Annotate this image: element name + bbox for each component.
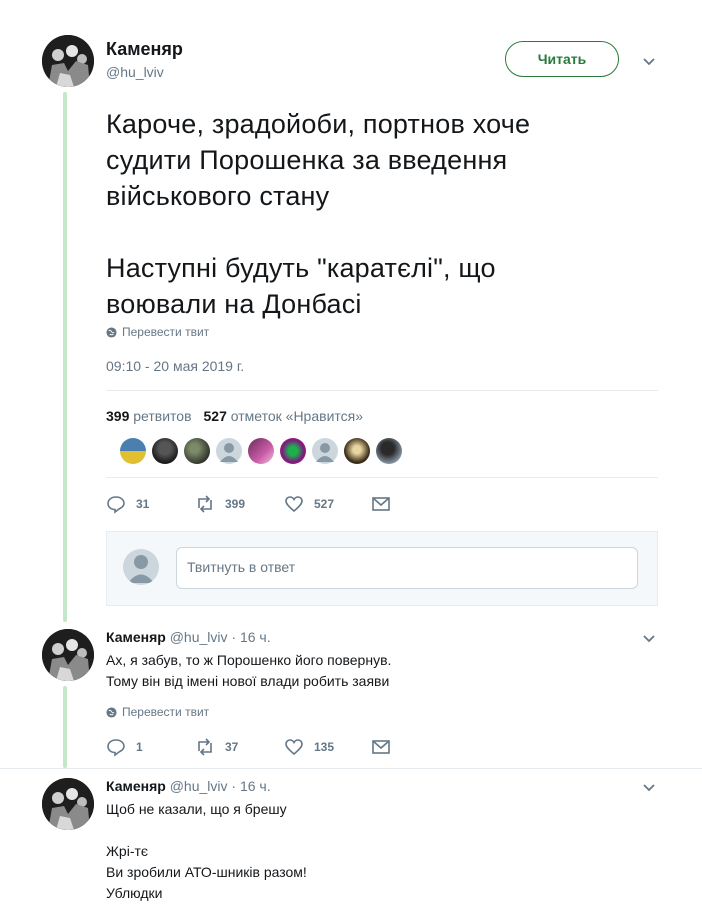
reply-text-line: Ах, я забув, то ж Порошенко його поверну… [106, 652, 392, 668]
chevron-down-icon[interactable] [641, 779, 657, 795]
divider [106, 477, 658, 478]
thread-connector [63, 92, 67, 622]
tweet-stats: 399 ретвитов 527 отметок «Нравится» [106, 408, 363, 424]
reply-icon [107, 739, 125, 757]
tweet-text-line: військового стану [106, 181, 330, 211]
reply-action[interactable]: 31 [106, 494, 149, 514]
reply-text-line: Щоб не казали, що я брешу [106, 801, 287, 817]
reply-action[interactable]: 1 [106, 737, 143, 757]
translate-link[interactable]: Перевести твит [106, 705, 209, 719]
liker-avatar[interactable] [312, 438, 338, 464]
liker-avatar[interactable] [216, 438, 242, 464]
reply-header: Каменяр @hu_lviv · 16 ч. [106, 778, 271, 794]
translate-label[interactable]: Перевести твит [122, 325, 209, 339]
dm-action[interactable] [371, 494, 391, 514]
like-count: 527 [203, 408, 227, 424]
tweet-text-line: Наступні будуть "каратєлі", що [106, 253, 496, 283]
retweet-action[interactable]: 399 [195, 494, 245, 514]
tweet-timestamp[interactable]: 09:10 - 20 мая 2019 г. [106, 358, 244, 374]
liker-avatar[interactable] [120, 438, 146, 464]
author-name[interactable]: Каменяр [106, 778, 166, 794]
retweet-icon [198, 738, 212, 756]
tweet-text-line: судити Порошенка за введення [106, 145, 508, 175]
divider [106, 390, 658, 391]
retweet-count: 37 [225, 740, 239, 754]
reply-text-line: Ублюдки [106, 885, 163, 901]
chevron-down-icon[interactable] [641, 630, 657, 646]
reply-count: 1 [136, 740, 143, 754]
thread-connector [63, 686, 67, 768]
translate-label[interactable]: Перевести твит [122, 705, 209, 719]
tweet-text-line: Кароче, зрадойоби, портнов хоче [106, 109, 531, 139]
author-handle[interactable]: @hu_lviv [170, 629, 228, 645]
author-name[interactable]: Каменяр [106, 629, 166, 645]
author-avatar[interactable] [42, 778, 94, 830]
reply-text-line: Тому він від імені нової влади робить за… [106, 673, 390, 689]
reply-icon [107, 496, 125, 514]
reply-time[interactable]: · 16 ч. [231, 778, 270, 794]
like-action[interactable]: 527 [284, 494, 334, 514]
reply-text-line: Ви зробили АТО-шників разом! [106, 864, 307, 880]
reply-time[interactable]: · 16 ч. [231, 629, 270, 645]
retweet-stat[interactable]: 399 ретвитов [106, 408, 192, 424]
reply-count: 31 [136, 497, 150, 511]
reply-header: Каменяр @hu_lviv · 16 ч. [106, 629, 271, 645]
like-count: 135 [314, 740, 335, 754]
like-stat-label: отметок «Нравится» [230, 408, 364, 424]
reply-text-line: Жрі-тє [106, 843, 149, 859]
envelope-icon [372, 740, 390, 754]
liker-avatar[interactable] [248, 438, 274, 464]
author-handle[interactable]: @hu_lviv [170, 778, 228, 794]
author-avatar[interactable] [42, 35, 94, 87]
like-stat[interactable]: 527 отметок «Нравится» [204, 408, 364, 424]
retweet-count: 399 [106, 408, 130, 424]
reply-text: Щоб не казали, що я брешу Жрі-тє Ви зроб… [106, 799, 307, 904]
divider [0, 768, 702, 769]
retweet-count: 399 [225, 497, 246, 511]
liker-avatar[interactable] [376, 438, 402, 464]
chevron-down-icon[interactable] [641, 53, 657, 69]
liker-avatar[interactable] [152, 438, 178, 464]
like-action[interactable]: 135 [284, 737, 334, 757]
globe-icon [106, 326, 117, 338]
author-name[interactable]: Каменяр [106, 39, 183, 60]
follow-button[interactable]: Читать [505, 41, 619, 77]
globe-icon [106, 706, 117, 718]
retweet-action[interactable]: 37 [195, 737, 238, 757]
tweet-text: Кароче, зрадойоби, портнов хоче судити П… [106, 106, 626, 322]
retweet-icon [198, 495, 212, 513]
dm-action[interactable] [371, 737, 391, 757]
heart-icon [285, 739, 303, 756]
liker-avatar[interactable] [184, 438, 210, 464]
user-avatar [123, 549, 159, 585]
retweet-stat-label: ретвитов [133, 408, 192, 424]
reply-text: Ах, я забув, то ж Порошенко його поверну… [106, 650, 391, 692]
translate-link[interactable]: Перевести твит [106, 325, 209, 339]
tweet-text-line: воювали на Донбасі [106, 289, 362, 319]
heart-icon [285, 496, 303, 513]
like-count: 527 [314, 497, 335, 511]
envelope-icon [372, 497, 390, 511]
liker-avatar[interactable] [344, 438, 370, 464]
liker-avatar[interactable] [280, 438, 306, 464]
author-avatar[interactable] [42, 629, 94, 681]
reply-input[interactable]: Твитнуть в ответ [176, 547, 638, 589]
author-handle[interactable]: @hu_lviv [106, 64, 164, 80]
